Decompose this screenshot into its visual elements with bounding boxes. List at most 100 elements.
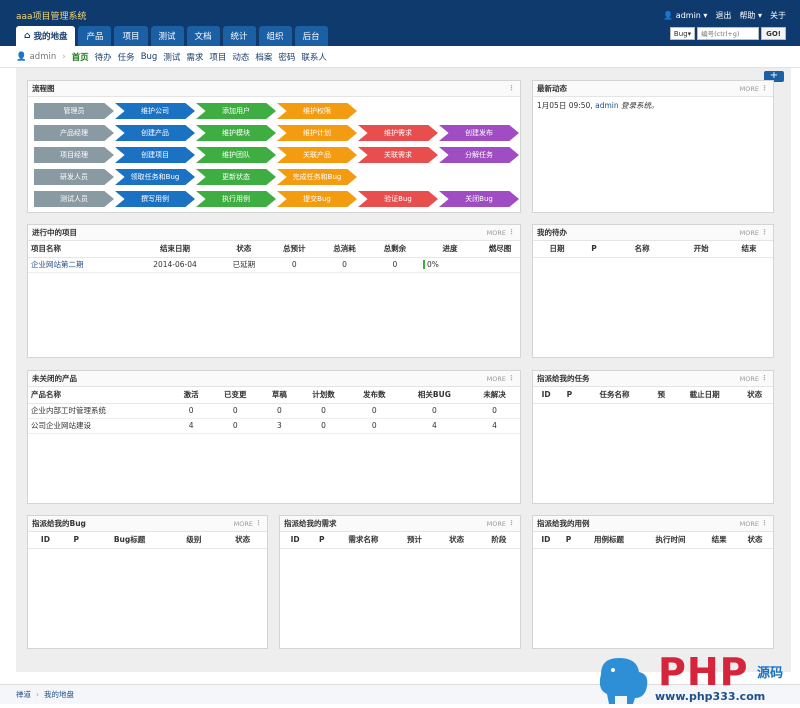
col-header[interactable]: 名称 bbox=[607, 241, 678, 258]
flow-step[interactable]: 关联需求 bbox=[358, 147, 438, 163]
col-header[interactable]: P bbox=[580, 241, 608, 258]
col-header[interactable]: P bbox=[310, 532, 334, 549]
flow-step[interactable]: 维护权限 bbox=[277, 103, 357, 119]
panel-menu-icon[interactable]: ⋮ bbox=[508, 228, 515, 236]
main-tab[interactable]: 统计 bbox=[222, 26, 256, 46]
flow-step[interactable]: 撰写用例 bbox=[115, 191, 195, 207]
col-header[interactable]: 状态 bbox=[736, 387, 773, 404]
col-header[interactable]: 已变更 bbox=[209, 387, 261, 404]
col-header[interactable]: 状态 bbox=[435, 532, 478, 549]
more-link[interactable]: MORE bbox=[487, 520, 506, 528]
logout-link[interactable]: 退出 bbox=[715, 10, 731, 21]
col-header[interactable]: 级别 bbox=[169, 532, 219, 549]
more-link[interactable]: MORE bbox=[487, 375, 506, 383]
col-header[interactable]: P bbox=[62, 532, 90, 549]
panel-menu-icon[interactable]: ⋮ bbox=[761, 374, 768, 382]
subnav-item[interactable]: 联系人 bbox=[301, 51, 327, 63]
flow-step[interactable]: 关闭Bug bbox=[439, 191, 519, 207]
col-header[interactable]: 结束 bbox=[725, 241, 773, 258]
col-header[interactable]: 结果 bbox=[701, 532, 738, 549]
col-header[interactable]: ID bbox=[280, 532, 311, 549]
col-header[interactable]: 草稿 bbox=[260, 387, 299, 404]
more-link[interactable]: MORE bbox=[740, 229, 759, 237]
dynamic-user-link[interactable]: admin bbox=[595, 101, 619, 110]
col-header[interactable]: 项目名称 bbox=[28, 241, 132, 258]
col-header[interactable]: 激活 bbox=[172, 387, 210, 404]
main-tab[interactable]: 测试 bbox=[150, 26, 184, 46]
flow-step[interactable]: 维护需求 bbox=[358, 125, 438, 141]
flow-step[interactable]: 项目经理 bbox=[34, 147, 114, 163]
col-header[interactable]: ID bbox=[533, 532, 559, 549]
main-tab[interactable]: 后台 bbox=[294, 26, 328, 46]
panel-menu-icon[interactable]: ⋮ bbox=[508, 84, 515, 92]
app-brand[interactable]: aaa项目管理系统 bbox=[16, 9, 87, 22]
flow-step[interactable]: 维护团队 bbox=[196, 147, 276, 163]
col-header[interactable]: 状态 bbox=[218, 532, 267, 549]
flow-step[interactable]: 研发人员 bbox=[34, 169, 114, 185]
col-header[interactable]: 总剩余 bbox=[369, 241, 420, 258]
panel-menu-icon[interactable]: ⋮ bbox=[761, 228, 768, 236]
more-link[interactable]: MORE bbox=[740, 375, 759, 383]
more-link[interactable]: MORE bbox=[234, 520, 253, 528]
col-header[interactable]: 预 bbox=[649, 387, 674, 404]
flow-step[interactable]: 创建项目 bbox=[115, 147, 195, 163]
col-header[interactable]: 结束日期 bbox=[131, 241, 219, 258]
main-tab[interactable]: 文档 bbox=[186, 26, 220, 46]
col-header[interactable]: 需求名称 bbox=[333, 532, 394, 549]
col-header[interactable]: 总预计 bbox=[269, 241, 320, 258]
col-header[interactable]: 总消耗 bbox=[319, 241, 370, 258]
subnav-item[interactable]: Bug bbox=[141, 52, 158, 62]
panel-menu-icon[interactable]: ⋮ bbox=[508, 374, 515, 382]
flow-step[interactable]: 产品经理 bbox=[34, 125, 114, 141]
panel-menu-icon[interactable]: ⋮ bbox=[761, 84, 768, 92]
col-header[interactable]: 日期 bbox=[533, 241, 581, 258]
col-header[interactable]: 产品名称 bbox=[28, 387, 173, 404]
search-go-button[interactable]: GO! bbox=[761, 27, 786, 40]
more-link[interactable]: MORE bbox=[740, 520, 759, 528]
flow-step[interactable]: 验证Bug bbox=[358, 191, 438, 207]
product-link[interactable]: 企业内部工时管理系统 bbox=[31, 406, 106, 415]
breadcrumb-home[interactable]: 禅道 bbox=[16, 689, 31, 700]
subnav-item[interactable]: 动态 bbox=[232, 51, 249, 63]
subnav-item[interactable]: 项目 bbox=[209, 51, 226, 63]
flow-step[interactable]: 添加用户 bbox=[196, 103, 276, 119]
col-header[interactable]: 开始 bbox=[677, 241, 726, 258]
panel-menu-icon[interactable]: ⋮ bbox=[255, 519, 262, 527]
col-header[interactable]: 任务名称 bbox=[579, 387, 650, 404]
col-header[interactable]: 发布数 bbox=[348, 387, 400, 404]
main-tab[interactable]: 产品 bbox=[78, 26, 112, 46]
flow-step[interactable]: 关联产品 bbox=[277, 147, 357, 163]
flow-step[interactable]: 维护公司 bbox=[115, 103, 195, 119]
col-header[interactable]: Bug标题 bbox=[89, 532, 170, 549]
col-header[interactable]: 预计 bbox=[393, 532, 436, 549]
subnav-item[interactable]: 档案 bbox=[255, 51, 272, 63]
main-tab[interactable]: ⌂ 我的地盘 bbox=[16, 26, 76, 46]
flow-step[interactable]: 分解任务 bbox=[439, 147, 519, 163]
col-header[interactable]: 执行时间 bbox=[639, 532, 702, 549]
col-header[interactable]: 状态 bbox=[218, 241, 270, 258]
panel-menu-icon[interactable]: ⋮ bbox=[761, 519, 768, 527]
flow-step[interactable]: 维护计划 bbox=[277, 125, 357, 141]
flow-step[interactable]: 执行用例 bbox=[196, 191, 276, 207]
flow-step[interactable]: 创建产品 bbox=[115, 125, 195, 141]
product-link[interactable]: 公司企业网站建设 bbox=[31, 421, 91, 430]
col-header[interactable]: P bbox=[559, 387, 580, 404]
main-tab[interactable]: 组织 bbox=[258, 26, 292, 46]
col-header[interactable]: P bbox=[558, 532, 579, 549]
flow-step[interactable]: 提交Bug bbox=[277, 191, 357, 207]
subnav-item[interactable]: 首页 bbox=[72, 51, 89, 63]
user-menu[interactable]: 👤 admin ▾ bbox=[663, 11, 707, 20]
panel-menu-icon[interactable]: ⋮ bbox=[508, 519, 515, 527]
subnav-item[interactable]: 测试 bbox=[163, 51, 180, 63]
col-header[interactable]: ID bbox=[28, 532, 63, 549]
flow-step[interactable]: 领取任务和Bug bbox=[115, 169, 195, 185]
flow-step[interactable]: 创建发布 bbox=[439, 125, 519, 141]
breadcrumb-current[interactable]: 我的地盘 bbox=[44, 689, 74, 700]
subnav-item[interactable]: 任务 bbox=[118, 51, 135, 63]
more-link[interactable]: MORE bbox=[487, 229, 506, 237]
main-tab[interactable]: 项目 bbox=[114, 26, 148, 46]
col-header[interactable]: 截止日期 bbox=[673, 387, 737, 404]
col-header[interactable]: 进度 bbox=[420, 241, 480, 258]
search-type-select[interactable]: Bug ▾ bbox=[669, 27, 696, 40]
col-header[interactable]: 用例标题 bbox=[578, 532, 640, 549]
